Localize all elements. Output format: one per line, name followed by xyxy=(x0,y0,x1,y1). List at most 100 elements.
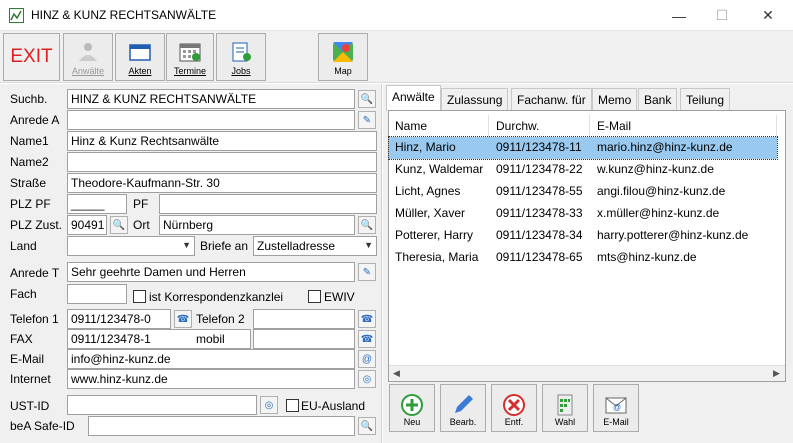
phone-icon[interactable]: ☎ xyxy=(358,310,376,328)
maximize-button[interactable]: ☐ xyxy=(699,0,745,31)
briefe-label: Briefe an xyxy=(200,239,249,253)
anrede-t-field[interactable]: Sehr geehrte Damen und Herren xyxy=(67,262,355,282)
table-cell: x.müller@hinz-kunz.de xyxy=(597,206,720,220)
exit-button[interactable]: EXIT xyxy=(3,33,60,81)
entf-button[interactable]: Entf. xyxy=(491,384,537,432)
bea-field[interactable] xyxy=(88,416,355,436)
table-row[interactable]: Hinz, Mario 0911/123478-11 mario.hinz@hinz… xyxy=(388,136,778,160)
tab-fachanw[interactable]: Fachanw. für xyxy=(511,88,592,110)
table-cell: Müller, Xaver xyxy=(395,206,466,220)
at-icon[interactable]: @ xyxy=(358,350,376,368)
map-label: Map xyxy=(334,66,352,76)
app-icon xyxy=(9,8,24,23)
land-select[interactable]: ▼ xyxy=(67,236,195,256)
ort-search-icon[interactable]: 🔍 xyxy=(358,216,376,234)
edit-icon[interactable]: ✎ xyxy=(358,263,376,281)
chevron-down-icon: ▼ xyxy=(182,240,191,250)
ustid-field[interactable] xyxy=(67,395,257,415)
close-button[interactable]: ✕ xyxy=(745,0,791,31)
ewiv-checkbox[interactable] xyxy=(308,290,321,303)
pf-label: PF xyxy=(133,197,149,211)
table-cell: mts@hinz-kunz.de xyxy=(597,250,697,264)
table-cell: harry.potterer@hinz-kunz.de xyxy=(597,228,749,242)
horizontal-scrollbar[interactable]: ◀ ▶ xyxy=(389,365,785,381)
search-icon[interactable]: 🔍 xyxy=(358,90,376,108)
column-header-email[interactable]: E-Mail xyxy=(591,115,777,137)
table-row[interactable]: Potterer, Harry 0911/123478-34 harry.potte… xyxy=(389,225,777,247)
table-cell: Potterer, Harry xyxy=(395,228,474,242)
globe-icon[interactable]: ◎ xyxy=(260,396,278,414)
anrede-a-field[interactable] xyxy=(67,110,355,130)
delete-icon xyxy=(503,394,525,416)
plzzust-label: PLZ Zust. xyxy=(10,218,63,232)
table-row[interactable]: Kunz, Waldemar 0911/123478-22 w.kunz@hinz-… xyxy=(389,159,777,181)
ort-field[interactable]: Nürnberg xyxy=(159,215,355,235)
strasse-field[interactable]: Theodore-Kaufmann-Str. 30 xyxy=(67,173,377,193)
table-row[interactable]: Licht, Agnes 0911/123478-55 angi.filou@hin… xyxy=(389,181,777,203)
fach-field[interactable] xyxy=(67,284,127,304)
jobs-label: Jobs xyxy=(231,66,251,76)
bearb-button[interactable]: Bearb. xyxy=(440,384,486,432)
tab-teilung[interactable]: Teilung xyxy=(680,88,731,110)
tab-zulassung[interactable]: Zulassung xyxy=(441,88,509,110)
akten-button[interactable]: Akten xyxy=(115,33,165,81)
edit-icon[interactable]: ✎ xyxy=(358,111,376,129)
tab-bank[interactable]: Bank xyxy=(638,88,678,110)
search-icon[interactable]: 🔍 xyxy=(358,417,376,435)
briefe-value: Zustelladresse xyxy=(257,239,336,253)
map-button[interactable]: Map xyxy=(318,33,368,81)
korrespondenz-checkbox[interactable] xyxy=(133,290,146,303)
email-field[interactable]: info@hinz-kunz.de xyxy=(67,349,355,369)
tab-memo[interactable]: Memo xyxy=(592,88,638,110)
euausland-checkbox[interactable] xyxy=(286,399,299,412)
scroll-right-icon[interactable]: ▶ xyxy=(773,368,780,379)
table-cell: Kunz, Waldemar xyxy=(395,162,484,176)
dial-icon xyxy=(557,394,573,416)
wahl-button[interactable]: Wahl xyxy=(542,384,588,432)
table-cell: mario.hinz@hinz-kunz.de xyxy=(597,140,733,154)
termine-button[interactable]: Termine xyxy=(166,33,214,81)
wahl-label: Wahl xyxy=(554,417,576,427)
scroll-left-icon[interactable]: ◀ xyxy=(393,368,400,379)
mobil-field[interactable] xyxy=(253,329,355,349)
tab-anwaelte[interactable]: Anwälte xyxy=(386,85,441,111)
plzzust-field[interactable]: 90491 xyxy=(67,215,107,235)
suchb-field[interactable]: HINZ & KUNZ RECHTSANWÄLTE xyxy=(67,89,355,109)
telefon2-field[interactable] xyxy=(253,309,355,329)
email-button[interactable]: @ E-Mail xyxy=(593,384,639,432)
pf-field[interactable] xyxy=(159,194,377,214)
briefe-select[interactable]: Zustelladresse ▼ xyxy=(253,236,377,256)
jobs-icon xyxy=(232,42,251,62)
chevron-down-icon: ▼ xyxy=(364,240,373,250)
map-icon xyxy=(333,42,353,62)
table-cell: 0911/123478-55 xyxy=(496,184,583,198)
jobs-button[interactable]: Jobs xyxy=(216,33,266,81)
anwaelte-label: Anwälte xyxy=(71,66,105,76)
name1-label: Name1 xyxy=(10,134,49,148)
name2-label: Name2 xyxy=(10,155,49,169)
column-header-durchw[interactable]: Durchw. xyxy=(490,115,590,137)
folder-icon xyxy=(129,44,151,61)
fax-label: FAX xyxy=(10,332,33,346)
name1-field[interactable]: Hinz & Kunz Rechtsanwälte xyxy=(67,131,377,151)
telefon1-field[interactable]: 0911/123478-0 xyxy=(67,309,171,329)
table-cell: 0911/123478-22 xyxy=(496,162,583,176)
table-row[interactable]: Theresia, Maria 0911/123478-65 mts@hinz-ku… xyxy=(389,247,777,269)
pencil-icon xyxy=(455,395,473,413)
telefon1-label: Telefon 1 xyxy=(10,312,59,326)
name2-field[interactable] xyxy=(67,152,377,172)
neu-button[interactable]: Neu xyxy=(389,384,435,432)
phone-icon[interactable]: ☎ xyxy=(358,330,376,348)
window-title: HINZ & KUNZ RECHTSANWÄLTE xyxy=(31,8,217,22)
plz-search-icon[interactable]: 🔍 xyxy=(110,216,128,234)
plzpf-field[interactable]: _____ xyxy=(67,194,127,214)
column-header-name[interactable]: Name xyxy=(389,115,489,137)
minimize-button[interactable]: — xyxy=(656,0,702,31)
internet-field[interactable]: www.hinz-kunz.de xyxy=(67,369,355,389)
anwaelte-button[interactable]: Anwälte xyxy=(63,33,113,81)
phone-icon[interactable]: ☎ xyxy=(174,310,192,328)
euausland-label: EU-Ausland xyxy=(301,399,366,413)
globe-icon[interactable]: ◎ xyxy=(358,370,376,388)
mobil-label: mobil xyxy=(196,332,225,346)
table-row[interactable]: Müller, Xaver 0911/123478-33 x.müller@hinz… xyxy=(389,203,777,225)
